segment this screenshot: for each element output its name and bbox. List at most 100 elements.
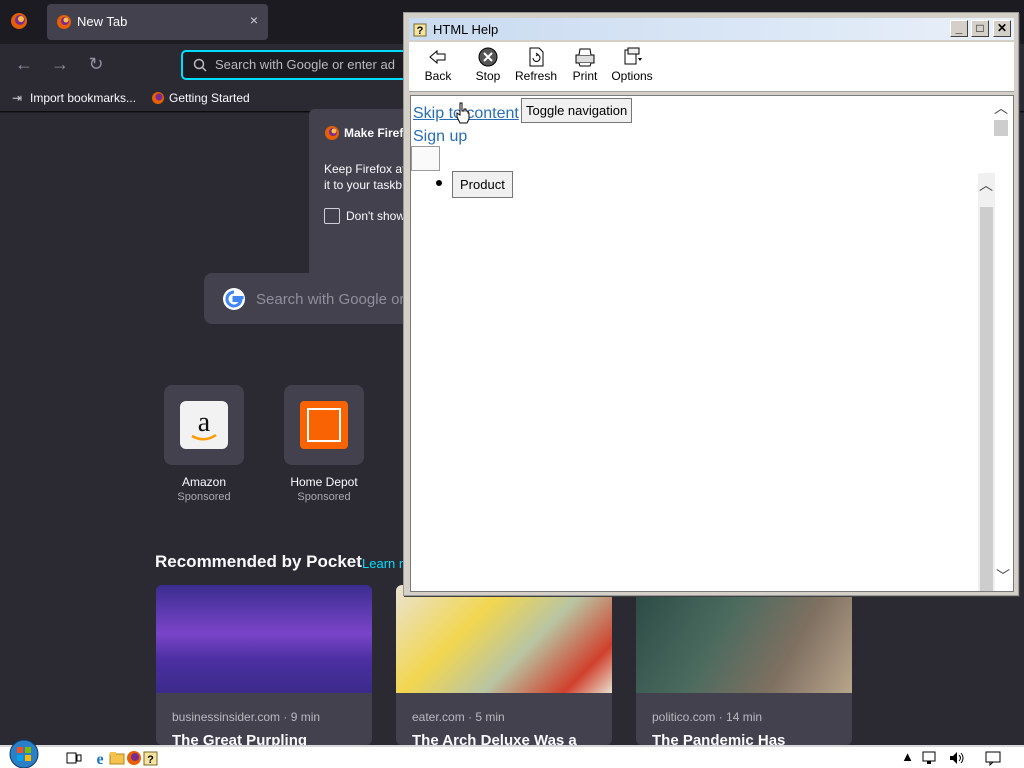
- svg-text:e: e: [96, 751, 103, 766]
- title-bar[interactable]: ? HTML Help _ □ ✕: [409, 18, 1014, 40]
- url-bar-placeholder: Search with Google or enter ad: [215, 57, 395, 72]
- svg-text:a: a: [198, 407, 211, 438]
- product-button[interactable]: Product: [452, 171, 513, 198]
- card-thumbnail: [636, 585, 852, 693]
- scrollbar-thumb[interactable]: [980, 207, 993, 591]
- svg-text:?: ?: [147, 754, 154, 766]
- scrollbar-thumb[interactable]: [994, 120, 1008, 136]
- close-tab-icon[interactable]: ×: [250, 12, 258, 28]
- notifications-icon[interactable]: [984, 750, 1002, 766]
- popup-body: Keep Firefox at it to your taskb: [324, 161, 405, 193]
- bookmark-label: Import bookmarks...: [30, 91, 137, 105]
- options-button[interactable]: Options: [609, 44, 655, 90]
- scroll-down-icon[interactable]: ﹀: [995, 568, 1011, 584]
- print-button[interactable]: Print: [563, 44, 607, 90]
- scroll-up-icon[interactable]: ︿: [978, 177, 994, 193]
- scroll-up-icon[interactable]: ︿: [993, 100, 1009, 116]
- firefox-icon: [152, 92, 164, 104]
- pocket-card[interactable]: politico.com · 14 min The Pandemic Has: [636, 585, 852, 745]
- card-source: eater.com · 5 min: [412, 710, 505, 724]
- volume-icon[interactable]: [948, 750, 966, 766]
- stop-icon: [478, 47, 498, 67]
- page-scrollbar[interactable]: ︿: [993, 98, 1009, 158]
- pocket-card[interactable]: businessinsider.com · 9 min The Great Pu…: [156, 585, 372, 745]
- html-help-window: ? HTML Help _ □ ✕ Back Stop Refresh Prin…: [403, 12, 1019, 596]
- dont-show-checkbox[interactable]: [324, 208, 340, 224]
- popup-title: Make Firefo: [344, 126, 411, 140]
- refresh-icon: [529, 47, 544, 67]
- top-site-label: Amazon: [181, 475, 227, 489]
- close-button[interactable]: ✕: [993, 20, 1011, 37]
- back-button[interactable]: ←: [12, 52, 36, 76]
- top-site-home-depot[interactable]: Home Depot Sponsored: [284, 385, 364, 503]
- ie-icon[interactable]: e: [92, 750, 108, 766]
- back-button[interactable]: Back: [415, 44, 461, 90]
- toolbar-label: Options: [611, 69, 653, 83]
- list-bullet: [436, 180, 442, 186]
- windows-taskbar: e ? ▲: [0, 739, 1024, 768]
- chevron-up-icon[interactable]: ▲: [901, 749, 914, 764]
- sponsored-label: Sponsored: [297, 491, 351, 503]
- card-thumbnail: [156, 585, 372, 693]
- bookmark-label: Getting Started: [169, 91, 250, 105]
- bookmark-getting-started[interactable]: Getting Started: [151, 91, 250, 105]
- help-icon[interactable]: ?: [143, 750, 159, 766]
- card-title: The Great Purpling: [172, 732, 308, 745]
- card-source: politico.com · 14 min: [652, 710, 763, 724]
- firefox-icon: [325, 126, 339, 140]
- popup-body-line: it to your taskb: [324, 178, 403, 192]
- help-icon: ?: [413, 23, 427, 37]
- pocket-card[interactable]: eater.com · 5 min The Arch Deluxe Was a: [396, 585, 612, 745]
- svg-text:?: ?: [417, 25, 424, 37]
- dont-show-label: Don't show: [346, 209, 405, 223]
- url-bar[interactable]: Search with Google or enter ad: [181, 50, 421, 80]
- sign-up-link[interactable]: Sign up: [413, 128, 467, 146]
- toolbar-label: Back: [424, 69, 452, 83]
- firefox-icon: [57, 15, 71, 29]
- back-arrow-icon: [429, 49, 446, 65]
- empty-button[interactable]: [411, 146, 440, 171]
- firefox-icon[interactable]: [126, 750, 142, 766]
- explorer-icon[interactable]: [109, 750, 125, 766]
- maximize-button[interactable]: □: [971, 20, 989, 37]
- search-placeholder: Search with Google or: [256, 291, 405, 308]
- tab-new-tab[interactable]: New Tab ×: [47, 4, 268, 40]
- hand-cursor-icon: [456, 102, 470, 124]
- task-view-icon[interactable]: [66, 750, 82, 766]
- amazon-icon: a: [180, 401, 228, 449]
- refresh-button[interactable]: Refresh: [513, 44, 559, 90]
- bookmark-import[interactable]: ⇥ Import bookmarks...: [12, 91, 136, 105]
- import-icon: ⇥: [12, 91, 23, 105]
- toggle-navigation-button[interactable]: Toggle navigation: [521, 98, 633, 123]
- window-title: HTML Help: [433, 22, 499, 37]
- card-source: businessinsider.com · 9 min: [172, 710, 321, 724]
- reload-button[interactable]: ↻: [84, 52, 108, 76]
- tab-title: New Tab: [77, 14, 128, 29]
- content-scrollbar[interactable]: ︿: [978, 173, 995, 591]
- top-site-tile: a: [164, 385, 244, 465]
- search-icon: [193, 58, 207, 72]
- help-content-pane: Skip to content Toggle navigation Sign u…: [410, 95, 1014, 592]
- options-icon: [624, 47, 642, 65]
- toolbar-label: Print: [572, 69, 598, 83]
- firefox-icon[interactable]: [10, 12, 28, 30]
- google-icon: [223, 288, 245, 310]
- top-site-tile: [284, 385, 364, 465]
- pocket-heading: Recommended by Pocket: [155, 552, 362, 571]
- card-title: The Pandemic Has: [652, 732, 786, 745]
- forward-button[interactable]: →: [48, 52, 72, 76]
- start-orb-icon[interactable]: [6, 739, 42, 768]
- help-toolbar: Back Stop Refresh Print Options: [409, 42, 1014, 92]
- toolbar-label: Refresh: [514, 69, 558, 83]
- sponsored-label: Sponsored: [177, 491, 231, 503]
- printer-icon: [575, 48, 595, 67]
- top-site-label: Home Depot: [290, 475, 358, 489]
- popup-body-line: Keep Firefox at: [324, 162, 406, 176]
- home-depot-icon: [300, 401, 348, 449]
- card-title: The Arch Deluxe Was a: [412, 732, 577, 745]
- minimize-button[interactable]: _: [950, 20, 968, 37]
- top-site-amazon[interactable]: a Amazon Sponsored: [164, 385, 244, 503]
- stop-button[interactable]: Stop: [465, 44, 511, 90]
- network-icon[interactable]: [922, 750, 940, 766]
- newtab-search-box[interactable]: Search with Google or: [204, 273, 424, 324]
